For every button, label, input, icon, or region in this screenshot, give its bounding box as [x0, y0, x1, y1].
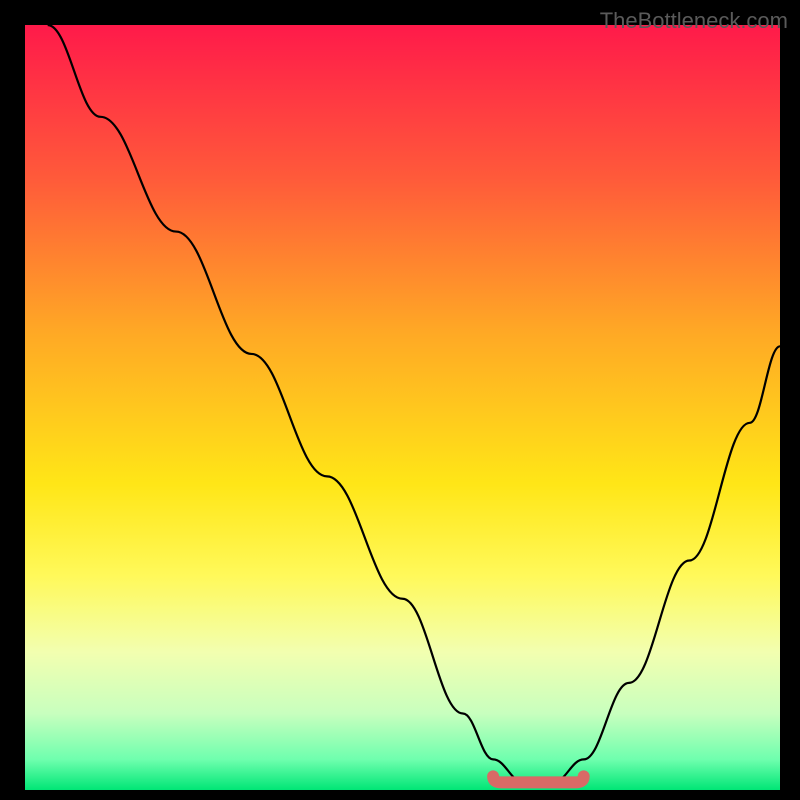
chart-svg: [25, 25, 780, 790]
valley-highlight: [493, 776, 584, 782]
watermark-text: TheBottleneck.com: [600, 8, 788, 34]
chart-container: [25, 25, 780, 790]
gradient-background: [25, 25, 780, 790]
